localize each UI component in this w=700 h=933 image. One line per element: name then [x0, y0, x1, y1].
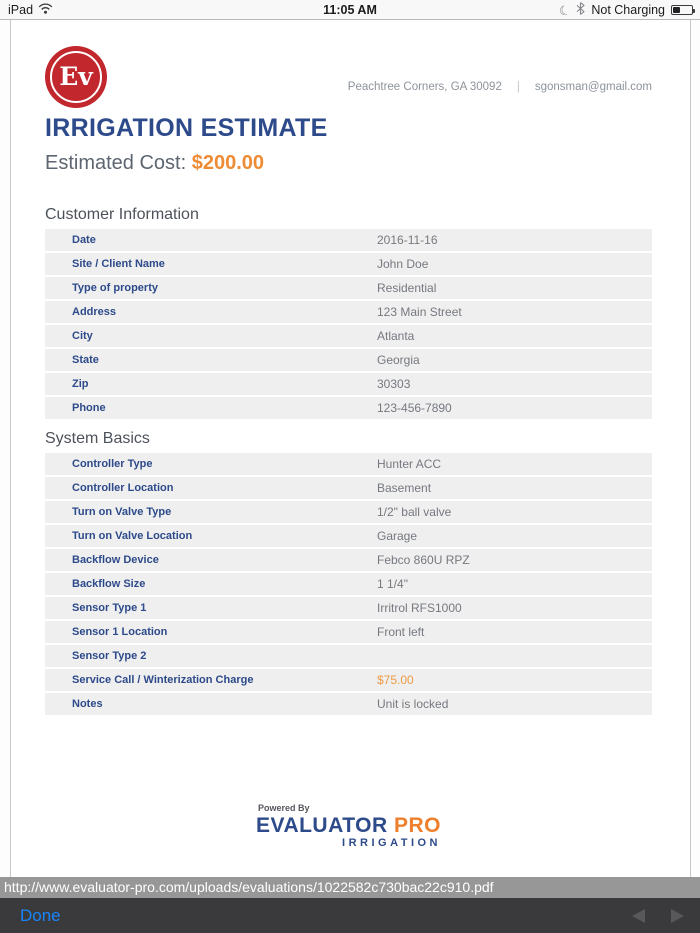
- table-row: Zip 30303: [45, 373, 652, 395]
- row-value: Hunter ACC: [377, 457, 442, 471]
- row-value: John Doe: [377, 257, 429, 271]
- row-label: Sensor Type 1: [72, 602, 147, 614]
- table-row: Type of property Residential: [45, 277, 652, 299]
- row-value: Residential: [377, 281, 437, 295]
- document-sections: Customer Information Date 2016-11-16 Site /…: [45, 206, 652, 715]
- row-label: Type of property: [72, 282, 158, 294]
- row-label: State: [72, 354, 99, 366]
- row-value: 1/2" ball valve: [377, 505, 452, 519]
- row-label: Site / Client Name: [72, 258, 165, 270]
- footer-brand: Powered By EVALUATOR PRO IRRIGATION: [256, 803, 441, 849]
- table-row: Sensor Type 2: [45, 645, 652, 667]
- contact-separator: |: [516, 81, 520, 93]
- row-label: Notes: [72, 698, 103, 710]
- back-arrow-icon[interactable]: [632, 908, 645, 923]
- row-value: 2016-11-16: [377, 233, 438, 247]
- forward-arrow-icon[interactable]: [671, 908, 684, 923]
- page-title: IRRIGATION ESTIMATE: [45, 114, 328, 142]
- table-row: Controller Type Hunter ACC: [45, 453, 652, 475]
- row-label: Date: [72, 234, 96, 246]
- pdf-viewer: Ev Peachtree Corners, GA 30092 | sgonsma…: [0, 20, 700, 877]
- battery-icon: [671, 5, 695, 15]
- row-label: Address: [72, 306, 117, 318]
- row-label: Phone: [72, 402, 106, 414]
- row-label: Turn on Valve Location: [72, 530, 193, 542]
- table-row: Service Call / Winterization Charge $75.0…: [45, 669, 652, 691]
- done-button[interactable]: Done: [20, 906, 61, 926]
- row-label: Service Call / Winterization Charge: [72, 674, 254, 686]
- row-value: Garage: [377, 529, 418, 543]
- table-row: Backflow Size 1 1/4": [45, 573, 652, 595]
- row-value: 1 1/4": [377, 577, 408, 591]
- powered-by-label: Powered By: [257, 803, 310, 813]
- status-bar: iPad 11:05 AM ☾ Not Charging: [0, 0, 700, 20]
- brand-primary-text: EVALUATOR: [255, 814, 388, 837]
- row-value: $75.00: [377, 673, 414, 687]
- row-value: Febco 860U RPZ: [377, 553, 470, 567]
- row-value: Georgia: [377, 353, 420, 367]
- page-url: http://www.evaluator-pro.com/uploads/eva…: [4, 879, 494, 895]
- url-bar: http://www.evaluator-pro.com/uploads/eva…: [0, 877, 700, 898]
- battery-status-label: Not Charging: [591, 3, 665, 17]
- row-label: Backflow Device: [72, 554, 159, 566]
- contact-email: sgonsman@gmail.com: [534, 81, 652, 93]
- brand-accent-text: PRO: [394, 814, 442, 837]
- table-row: State Georgia: [45, 349, 652, 371]
- row-value: 123-456-7890: [377, 401, 452, 415]
- do-not-disturb-moon-icon: ☾: [556, 1, 573, 19]
- row-value: Atlanta: [377, 329, 415, 343]
- bluetooth-icon: [576, 2, 585, 18]
- table-row: Turn on Valve Type 1/2" ball valve: [45, 501, 652, 523]
- brand-subtitle: IRRIGATION: [342, 837, 442, 849]
- table-row: Site / Client Name John Doe: [45, 253, 652, 275]
- contact-info: Peachtree Corners, GA 30092 | sgonsman@g…: [348, 66, 652, 108]
- section-heading: System Basics: [45, 430, 150, 447]
- status-time: 11:05 AM: [323, 3, 377, 17]
- table-row: Controller Location Basement: [45, 477, 652, 499]
- table-row: Sensor 1 Location Front left: [45, 621, 652, 643]
- table-row: City Atlanta: [45, 325, 652, 347]
- table-row: Address 123 Main Street: [45, 301, 652, 323]
- row-value: Basement: [377, 481, 432, 495]
- info-table: Controller Type Hunter ACC Controller Loca…: [45, 453, 652, 715]
- row-value: Front left: [377, 625, 425, 639]
- pdf-page: Ev Peachtree Corners, GA 30092 | sgonsma…: [10, 20, 691, 877]
- section-heading: Customer Information: [45, 206, 199, 223]
- row-label: Sensor 1 Location: [72, 626, 168, 638]
- info-table: Date 2016-11-16 Site / Client Name John Doe…: [45, 229, 652, 419]
- row-label: Zip: [72, 378, 89, 390]
- table-row: Phone 123-456-7890: [45, 397, 652, 419]
- row-value: 30303: [377, 377, 411, 391]
- row-label: Controller Location: [72, 482, 174, 494]
- row-label: City: [72, 330, 93, 342]
- row-value: Unit is locked: [377, 697, 449, 711]
- brand-wordmark: EVALUATOR PRO: [256, 814, 441, 838]
- row-label: Turn on Valve Type: [72, 506, 172, 518]
- document-header: Ev Peachtree Corners, GA 30092 | sgonsma…: [45, 46, 652, 108]
- row-value: Irritrol RFS1000: [377, 601, 462, 615]
- table-row: Backflow Device Febco 860U RPZ: [45, 549, 652, 571]
- estimated-cost-value: $200.00: [191, 152, 265, 174]
- table-row: Turn on Valve Location Garage: [45, 525, 652, 547]
- bottom-toolbar: Done: [0, 898, 700, 933]
- contact-location: Peachtree Corners, GA 30092: [347, 81, 502, 93]
- logo-monogram: Ev: [59, 61, 93, 91]
- row-value: 123 Main Street: [377, 305, 462, 319]
- row-label: Backflow Size: [72, 578, 146, 590]
- table-row: Date 2016-11-16: [45, 229, 652, 251]
- company-logo: Ev: [45, 46, 107, 108]
- row-label: Controller Type: [72, 458, 153, 470]
- table-row: Notes Unit is locked: [45, 693, 652, 715]
- estimated-cost-line: Estimated Cost: $200.00: [45, 152, 652, 175]
- estimated-cost-label: Estimated Cost:: [45, 152, 187, 174]
- row-label: Sensor Type 2: [72, 650, 147, 662]
- table-row: Sensor Type 1 Irritrol RFS1000: [45, 597, 652, 619]
